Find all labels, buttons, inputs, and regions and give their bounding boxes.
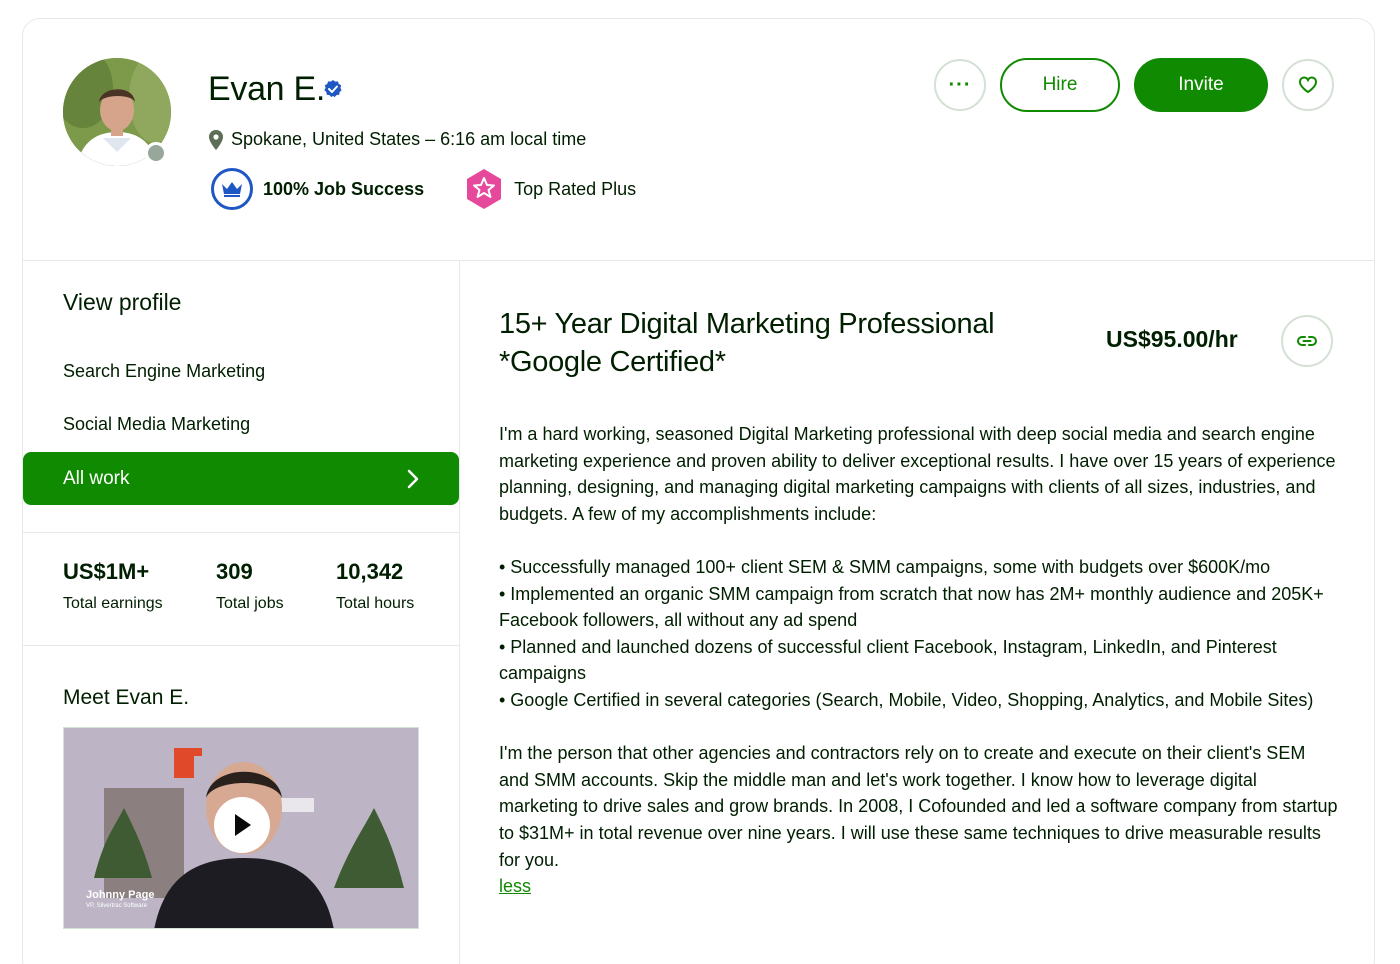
more-options-button[interactable]: ···: [934, 59, 986, 111]
play-video-button[interactable]: [214, 797, 270, 853]
sidebar-item-all-work[interactable]: All work: [23, 452, 459, 505]
chevron-right-icon: [407, 469, 419, 488]
link-icon: [1296, 336, 1318, 346]
freelancer-name: Evan E.: [208, 70, 325, 108]
header-actions: ··· Hire Invite: [934, 58, 1334, 112]
stat-label: Total jobs: [216, 595, 284, 612]
job-success-text: 100% Job Success: [263, 178, 425, 199]
top-rated-badge[interactable]: Top Rated Plus: [464, 168, 636, 210]
sidebar-divider: [23, 532, 459, 533]
sidebar-item-search-engine-marketing[interactable]: Search Engine Marketing: [63, 361, 265, 382]
hourly-rate: US$95.00/hr: [1106, 326, 1238, 352]
stat-value: 10,342: [336, 559, 404, 584]
video-caption-role: VP, Silvertrac Software: [86, 903, 147, 909]
header-divider: [23, 260, 1374, 261]
stat-value: 309: [216, 559, 253, 584]
description-paragraph: I'm the person that other agencies and c…: [499, 743, 1338, 870]
stat-total-earnings: US$1M+ Total earnings: [63, 559, 163, 613]
job-success-badge[interactable]: 100% Job Success: [211, 168, 424, 210]
accomplishment-item: • Planned and launched dozens of success…: [499, 636, 1277, 684]
stat-value: US$1M+: [63, 559, 150, 584]
stat-label: Total hours: [336, 595, 415, 612]
location-row: Spokane, United States – 6:16 am local t…: [209, 129, 586, 150]
show-less-link[interactable]: less: [499, 876, 531, 896]
sidebar-item-label: All work: [63, 467, 130, 489]
invite-button[interactable]: Invite: [1134, 58, 1268, 112]
heart-icon: [1298, 76, 1318, 94]
column-divider: [459, 261, 460, 964]
video-caption-name: Johnny Page: [86, 889, 155, 901]
top-rated-plus-icon: [467, 169, 502, 209]
job-success-icon: [211, 168, 253, 210]
profile-title: 15+ Year Digital Marketing Professional …: [499, 308, 995, 378]
stat-total-hours: 10,342 Total hours: [336, 559, 414, 613]
location-pin-icon: [209, 129, 223, 150]
online-status-dot: [145, 142, 167, 164]
profile-description: I'm a hard working, seasoned Digital Mar…: [499, 421, 1339, 900]
save-favorite-button[interactable]: [1282, 59, 1334, 111]
stat-total-jobs: 309 Total jobs: [216, 559, 284, 613]
verified-badge-icon: [324, 80, 342, 97]
sidebar-item-social-media-marketing[interactable]: Social Media Marketing: [63, 414, 250, 435]
hire-button[interactable]: Hire: [1000, 58, 1120, 112]
play-icon: [235, 814, 251, 836]
meet-heading: Meet Evan E.: [63, 686, 190, 709]
top-rated-text: Top Rated Plus: [514, 178, 637, 199]
accomplishment-item: • Implemented an organic SMM campaign fr…: [499, 583, 1324, 631]
stat-label: Total earnings: [63, 595, 163, 612]
accomplishment-item: • Successfully managed 100+ client SEM &…: [499, 556, 1271, 577]
location-text: Spokane, United States – 6:16 am local t…: [231, 129, 587, 149]
view-profile-heading: View profile: [63, 289, 182, 315]
sidebar-divider: [23, 645, 459, 646]
description-paragraph: I'm a hard working, seasoned Digital Mar…: [499, 424, 1336, 524]
accomplishment-item: • Google Certified in several categories…: [499, 689, 1314, 710]
badges-row: 100% Job Success Top Rated Plus: [211, 168, 636, 210]
copy-link-button[interactable]: [1281, 315, 1333, 367]
